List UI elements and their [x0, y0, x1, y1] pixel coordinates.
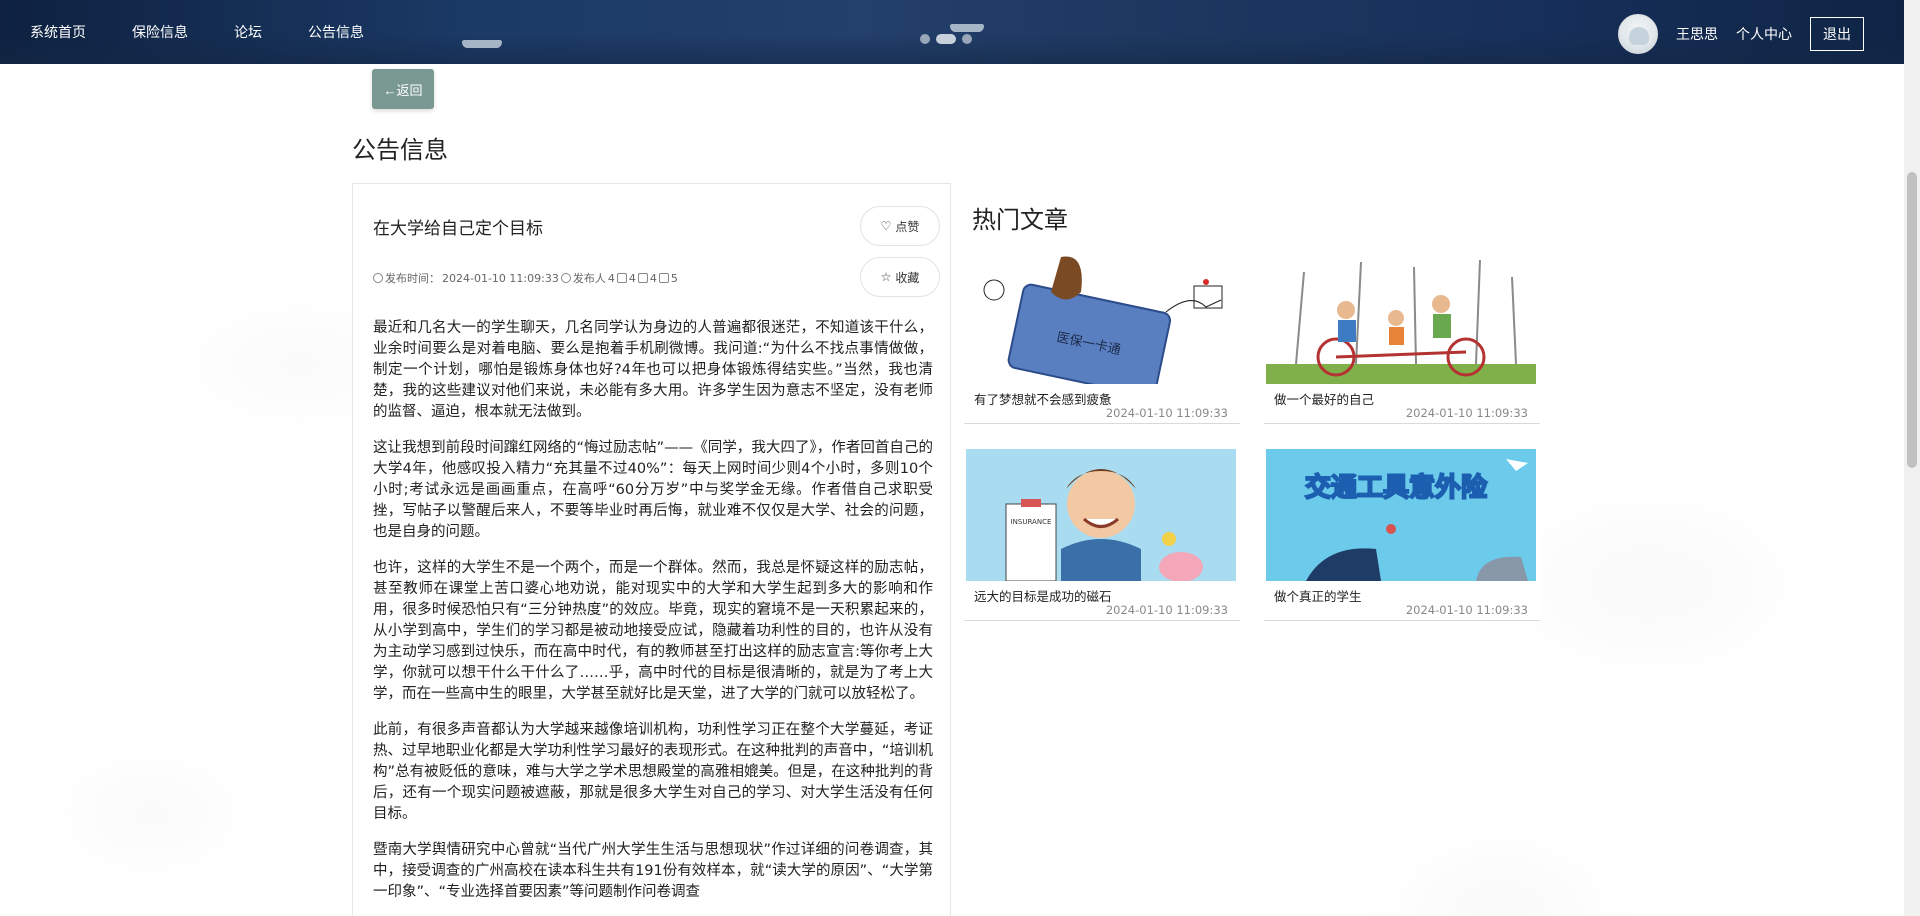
- article-paragraph: 此前，有很多声音都认为大学越来越像培训机构，功利性学习正在整个大学蔓延，考证热、…: [373, 722, 933, 822]
- hot-articles-title: 热门文章: [972, 206, 1068, 234]
- hot-article-card[interactable]: 医保一卡通 有了梦想就不会感到疲惫 2024-01-10 11:09:33: [964, 252, 1240, 424]
- nav-item-home[interactable]: 系统首页: [30, 22, 86, 42]
- publish-label: 发布时间：: [385, 272, 440, 285]
- publish-time: 2024-01-10 11:09:33: [442, 271, 559, 285]
- hot-article-name[interactable]: 远大的目标是成功的磁石: [974, 586, 1112, 605]
- article-card: 在大学给自己定个目标 发布时间： 2024-01-10 11:09:33 发布人…: [352, 183, 951, 916]
- article-paragraph: 暨南大学舆情研究中心曾就“当代广州大学生生活与思想现状”作过详细的问卷调查，其中…: [373, 842, 933, 900]
- article-meta: 发布时间： 2024-01-10 11:09:33 发布人 4 4 4 5: [373, 270, 680, 286]
- star-icon: ☆: [880, 270, 892, 284]
- username[interactable]: 王思思: [1676, 24, 1718, 44]
- scrollbar-thumb[interactable]: [1907, 172, 1917, 468]
- hot-article-date: 2024-01-10 11:09:33: [1405, 406, 1528, 420]
- hot-article-image: INSURANCE: [966, 449, 1236, 581]
- like-label: 点赞: [895, 219, 920, 234]
- carousel-dot-active[interactable]: [936, 34, 956, 44]
- like-button[interactable]: ♡ 点赞: [860, 206, 940, 246]
- comment-icon: [658, 273, 669, 283]
- favorites-count: 4: [649, 271, 657, 285]
- carousel-dot[interactable]: [962, 34, 972, 44]
- avatar[interactable]: [1618, 14, 1658, 54]
- logout-button[interactable]: 退出: [1810, 17, 1864, 51]
- user-center-link[interactable]: 个人中心: [1736, 24, 1792, 44]
- comments-count: 5: [670, 271, 678, 285]
- thumb-icon: [616, 273, 627, 283]
- article-paragraph: 也许，这样的大学生不是一个两个，而是一个群体。然而，我总是怀疑这样的励志帖，甚至…: [373, 560, 933, 702]
- user-icon: [560, 273, 571, 283]
- article-body: 最近和几名大一的学生聊天，几名同学认为身边的人普遍都很迷茫，不知道该干什么，业余…: [373, 318, 933, 916]
- article-title: 在大学给自己定个目标: [373, 219, 543, 239]
- hot-article-date: 2024-01-10 11:09:33: [1105, 406, 1228, 420]
- article-paragraph: 最近和几名大一的学生聊天，几名同学认为身边的人普遍都很迷茫，不知道该干什么，业余…: [373, 320, 933, 420]
- banner-boat: [462, 40, 502, 48]
- page-title: 公告信息: [352, 136, 448, 164]
- hot-article-card[interactable]: INSURANCE 远大的目标是成功的磁石 2024-01-10 11:09:3…: [964, 449, 1240, 621]
- hot-article-image: 医保一卡通: [966, 252, 1236, 384]
- star-icon: [637, 273, 648, 283]
- hot-article-image: 交通工具意外险: [1266, 449, 1536, 581]
- nav-item-forum[interactable]: 论坛: [234, 22, 262, 42]
- user-area: 王思思 个人中心 退出: [1618, 14, 1864, 54]
- back-button[interactable]: ←返回: [372, 69, 434, 109]
- article-paragraph: 这让我想到前段时间蹿红网络的“悔过励志帖”——《同学，我大四了》，作者回首自己的…: [373, 440, 933, 540]
- publisher-label: 发布人: [572, 272, 606, 285]
- hot-article-card[interactable]: 交通工具意外险 做个真正的学生 2024-01-10 11:09:33: [1264, 449, 1540, 621]
- page-scrollbar[interactable]: [1904, 0, 1920, 916]
- heart-icon: ♡: [880, 219, 892, 233]
- clock-icon: [373, 273, 383, 283]
- hot-image-text: INSURANCE: [1011, 518, 1052, 526]
- top-navbar: 系统首页 保险信息 论坛 公告信息 王思思 个人中心 退出: [0, 0, 1904, 64]
- banner-boat: [950, 24, 984, 32]
- main-nav: 系统首页 保险信息 论坛 公告信息: [30, 22, 410, 42]
- hot-article-date: 2024-01-10 11:09:33: [1105, 603, 1228, 617]
- carousel-indicators: [920, 34, 972, 44]
- nav-item-notice[interactable]: 公告信息: [308, 22, 364, 42]
- fav-label: 收藏: [895, 270, 920, 285]
- hot-article-name[interactable]: 做一个最好的自己: [1274, 389, 1374, 408]
- hot-article-card[interactable]: 做一个最好的自己 2024-01-10 11:09:33: [1264, 252, 1540, 424]
- hot-article-name[interactable]: 有了梦想就不会感到疲惫: [974, 389, 1112, 408]
- hot-article-name[interactable]: 做个真正的学生: [1274, 586, 1362, 605]
- hot-image-text: 交通工具意外险: [1305, 472, 1488, 503]
- publisher-count: 4: [607, 271, 615, 285]
- hot-article-image: [1266, 252, 1536, 384]
- hot-article-date: 2024-01-10 11:09:33: [1405, 603, 1528, 617]
- likes-count: 4: [628, 271, 636, 285]
- favorite-button[interactable]: ☆ 收藏: [860, 257, 940, 297]
- carousel-dot[interactable]: [920, 34, 930, 44]
- nav-item-insurance[interactable]: 保险信息: [132, 22, 188, 42]
